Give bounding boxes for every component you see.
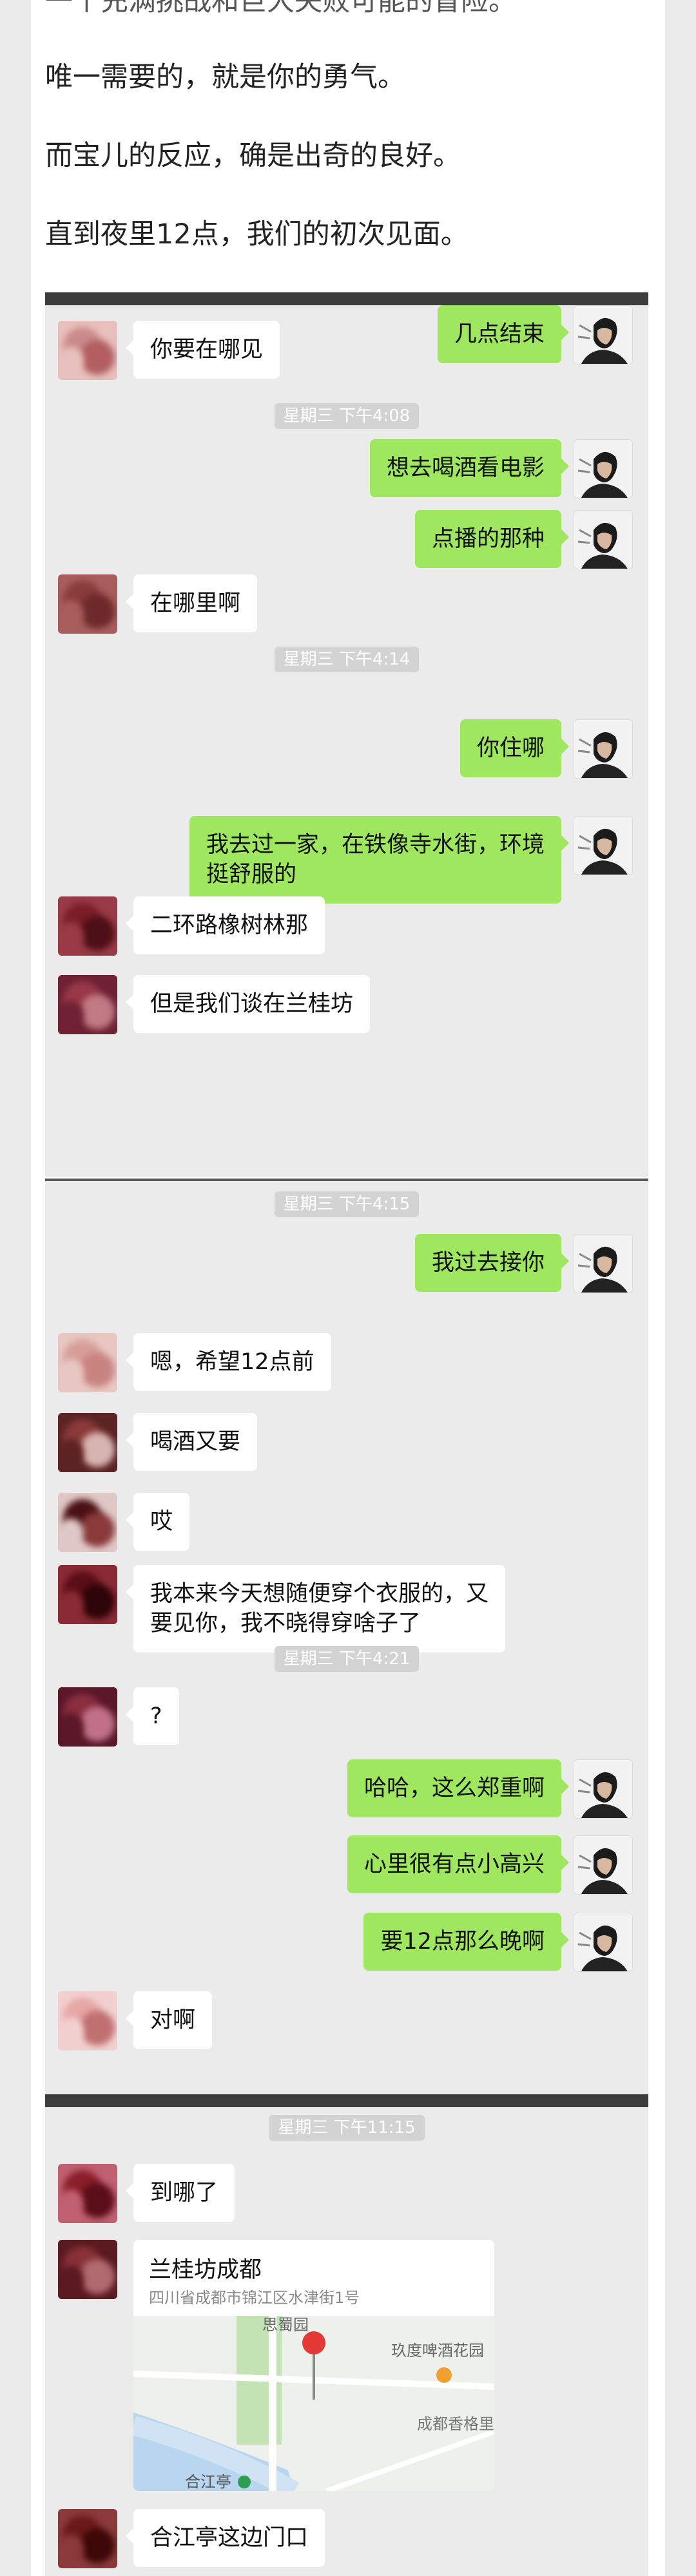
article-paragraph: 直到夜里12点，我们的初次见面。 (45, 218, 469, 251)
timestamp: 星期三 下午4:15 (45, 1191, 648, 1217)
avatar-self[interactable] (574, 1835, 633, 1895)
avatar-self-photo (574, 817, 632, 875)
message-bubble[interactable]: 我过去接你 (414, 1234, 570, 1292)
avatar-self-photo (574, 1913, 632, 1971)
message-bubble[interactable]: 你住哪 (459, 719, 570, 777)
message-bubble[interactable]: 对啊 (125, 1991, 213, 2049)
avatar-other[interactable] (58, 574, 117, 634)
message-bubble[interactable]: 哈哈，这么郑重啊 (347, 1759, 570, 1817)
timestamp-label: 星期三 下午4:14 (274, 647, 420, 672)
avatar-other[interactable] (58, 321, 117, 380)
chat-screenshot-2: 星期三 下午4:15 我过去接你嗯，希望12点前 喝酒又要哎我本来今天想随便穿个衣服… (45, 1179, 648, 2094)
avatar-self-photo (574, 1836, 632, 1894)
avatar-self[interactable] (574, 1759, 633, 1819)
message-bubble[interactable]: 喝酒又要 (125, 1413, 258, 1471)
avatar-other[interactable] (58, 896, 117, 956)
message-bubble[interactable]: 我本来今天想随便穿个衣服的，又 要见你，我不晓得穿啥子了 (125, 1565, 506, 1653)
timestamp: 星期三 下午4:14 (45, 647, 648, 672)
location-map[interactable]: 思蜀园玖度啤酒花园成都香格里拉大酒店合江亭 (133, 2316, 494, 2491)
map-label: 玖度啤酒花园 (391, 2342, 484, 2360)
avatar-self[interactable] (574, 510, 633, 569)
avatar-self[interactable] (574, 305, 633, 365)
avatar-other[interactable] (58, 2509, 117, 2568)
map-label: 成都香格里拉大酒店 (417, 2415, 494, 2433)
avatar-other[interactable] (58, 1493, 117, 1552)
avatar-other[interactable] (58, 1687, 117, 1747)
avatar-self-photo (574, 720, 632, 778)
article-paragraph: 一个充满挑战和巨大失败可能的冒险。 (45, 0, 516, 17)
avatar-self[interactable] (574, 1913, 633, 1972)
message-bubble[interactable]: 想去喝酒看电影 (369, 439, 570, 497)
message-bubble[interactable]: 要12点那么晚啊 (363, 1913, 569, 1971)
timestamp-label: 星期三 下午4:21 (274, 1646, 420, 1672)
avatar-other[interactable] (58, 975, 117, 1034)
chat-screenshot-1: 你要在哪见星期三 下午4:08 想去喝酒看电影点播的那种在哪里啊 星期三 下午4:1… (45, 292, 648, 1177)
message-bubble[interactable]: 哎 (125, 1493, 190, 1551)
location-name: 兰桂坊成都 (149, 2257, 262, 2283)
avatar-other[interactable] (58, 1333, 117, 1392)
message-bubble[interactable]: 在哪里啊 (125, 574, 258, 632)
avatar-self-photo (574, 1760, 632, 1818)
message-bubble[interactable]: 到哪了 (125, 2164, 235, 2222)
timestamp: 星期三 下午4:08 (45, 403, 648, 429)
message-bubble[interactable]: 你要在哪见 (125, 321, 280, 379)
avatar-self[interactable] (574, 719, 633, 779)
message-bubble[interactable]: ? (126, 1687, 179, 1745)
timestamp: 星期三 下午4:21 (45, 1646, 648, 1672)
location-pin-icon (302, 2331, 325, 2354)
avatar-self-photo (574, 511, 632, 569)
location-card[interactable]: 兰桂坊成都四川省成都市锦江区水津街1号思蜀园玖度啤酒花园成都香格里拉大酒店合江亭 (133, 2240, 494, 2491)
avatar-other[interactable] (58, 1565, 117, 1624)
message-bubble[interactable]: 合江亭这边门口 (125, 2509, 325, 2567)
avatar-other[interactable] (58, 2240, 117, 2299)
avatar-other[interactable] (58, 1991, 117, 2050)
avatar-self-photo (574, 306, 632, 364)
avatar-self-photo (574, 1235, 632, 1293)
message-bubble[interactable]: 嗯，希望12点前 (126, 1333, 331, 1391)
article-paragraph: 而宝儿的反应，确是出奇的良好。 (45, 140, 461, 172)
timestamp-label: 星期三 下午4:15 (274, 1191, 420, 1217)
message-bubble[interactable]: 点播的那种 (414, 510, 570, 568)
timestamp-label: 星期三 下午4:08 (274, 403, 420, 429)
timestamp: 星期三 下午11:15 (45, 2115, 648, 2141)
map-label: 思蜀园 (262, 2316, 309, 2334)
location-address: 四川省成都市锦江区水津街1号 (149, 2289, 360, 2307)
message-bubble[interactable]: 心里很有点小高兴 (347, 1835, 570, 1893)
map-label: 合江亭 (185, 2473, 231, 2491)
article-page: 一个充满挑战和巨大失败可能的冒险。 唯一需要的，就是你的勇气。 而宝儿的反应，确… (31, 0, 665, 2576)
avatar-self[interactable] (574, 816, 633, 875)
message-bubble[interactable]: 二环路橡树林那 (125, 896, 325, 954)
timestamp-label: 星期三 下午11:15 (269, 2115, 425, 2141)
avatar-other[interactable] (58, 1413, 117, 1472)
message-bubble[interactable]: 几点结束 (437, 305, 570, 363)
chat-screenshot-3: 星期三 下午11:15 到哪了兰桂坊成都四川省成都市锦江区水津街1号思蜀园玖度啤酒… (45, 2094, 648, 2576)
message-bubble[interactable]: 我去过一家，在铁像寺水街，环境 挺舒服的 (189, 816, 570, 904)
message-bubble[interactable]: 但是我们谈在兰桂坊 (125, 975, 371, 1033)
avatar-other[interactable] (58, 2164, 117, 2223)
avatar-self[interactable] (574, 439, 633, 498)
avatar-self[interactable] (574, 1234, 633, 1293)
article-paragraph: 唯一需要的，就是你的勇气。 (45, 61, 405, 93)
avatar-self-photo (574, 440, 632, 498)
